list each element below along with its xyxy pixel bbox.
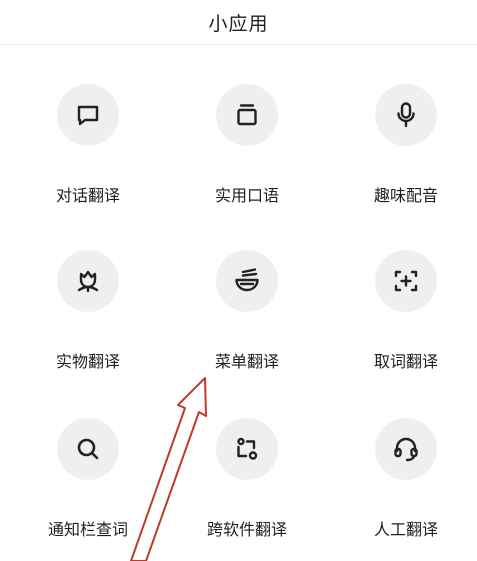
cards-stack-icon xyxy=(232,100,262,130)
app-dialogue-translate[interactable]: 对话翻译 xyxy=(18,84,158,234)
app-label: 实物翻译 xyxy=(55,352,120,371)
app-label: 菜单翻译 xyxy=(214,352,279,371)
app-label: 趣味配音 xyxy=(373,186,438,205)
app-label: 跨软件翻译 xyxy=(206,520,287,539)
app-human-translate[interactable]: 人工翻译 xyxy=(336,418,476,561)
app-cross-app-translate[interactable]: 跨软件翻译 xyxy=(177,418,317,561)
app-fun-dubbing[interactable]: 趣味配音 xyxy=(336,84,476,234)
headset-icon xyxy=(391,434,421,464)
flower-icon xyxy=(73,266,103,296)
apps-grid: 对话翻译 实用口语 趣味配音 实物翻译 菜单翻译 取词翻译 通知栏查词 跨软件翻… xyxy=(0,0,477,561)
small-apps-page: 小应用 对话翻译 实用口语 趣味配音 实物翻译 菜单翻译 取词翻译 通知栏查词 … xyxy=(0,0,477,561)
scan-add-icon xyxy=(391,266,421,296)
app-label: 人工翻译 xyxy=(373,520,438,539)
noodle-bowl-icon xyxy=(232,266,262,296)
app-label: 取词翻译 xyxy=(373,352,438,371)
app-label: 通知栏查词 xyxy=(47,520,128,539)
app-menu-translate[interactable]: 菜单翻译 xyxy=(177,250,317,400)
search-icon xyxy=(73,434,103,464)
app-object-translate[interactable]: 实物翻译 xyxy=(18,250,158,400)
app-notification-lookup[interactable]: 通知栏查词 xyxy=(18,418,158,561)
app-practical-speaking[interactable]: 实用口语 xyxy=(177,84,317,234)
app-label: 实用口语 xyxy=(214,186,279,205)
chat-bubble-icon xyxy=(73,100,103,130)
app-word-capture-translate[interactable]: 取词翻译 xyxy=(336,250,476,400)
cross-app-icon xyxy=(232,434,262,464)
microphone-icon xyxy=(391,100,421,130)
app-label: 对话翻译 xyxy=(55,186,120,205)
